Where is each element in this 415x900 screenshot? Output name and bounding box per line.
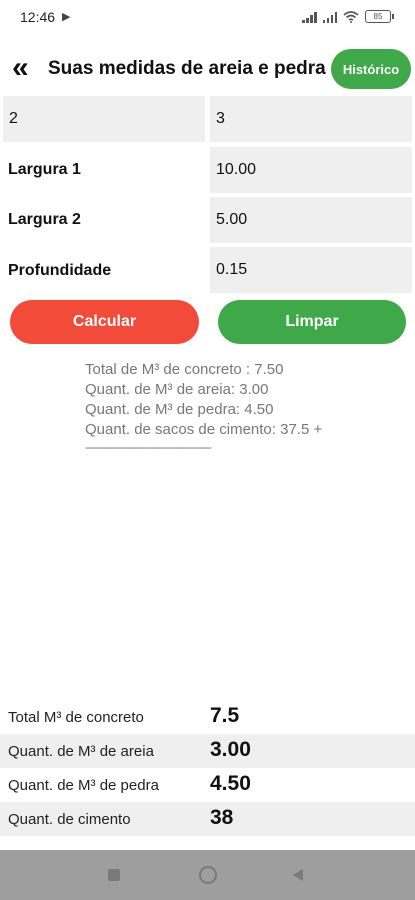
input-profundidade[interactable]: 0.15	[210, 247, 412, 293]
summary-divider: ----------------------------------------…	[85, 440, 212, 454]
result-label: Total M³ de concreto	[8, 709, 144, 726]
recents-icon[interactable]	[108, 869, 120, 881]
input-largura-1[interactable]: 10.00	[210, 147, 412, 193]
app-header: « Suas medidas de areia e pedra Históric…	[0, 44, 415, 94]
status-time: 12:46	[20, 9, 56, 25]
input-largura-2[interactable]: 5.00	[210, 197, 412, 243]
summary-line-cimento: Quant. de sacos de cimento: 37.5 +	[85, 421, 323, 438]
calculate-button[interactable]: Calcular	[10, 300, 199, 344]
result-label: Quant. de M³ de pedra	[8, 777, 159, 794]
result-value: 3.00	[210, 738, 251, 761]
home-icon[interactable]	[199, 866, 217, 884]
summary-text: Total de M³ de concreto : 7.50 Quant. de…	[85, 360, 322, 454]
back-icon[interactable]: «	[12, 53, 29, 83]
result-value: 4.50	[210, 772, 251, 795]
history-button[interactable]: Histórico	[331, 49, 411, 89]
result-row: Quant. de cimento 38	[0, 802, 415, 836]
page-title: Suas medidas de areia e pedra	[48, 58, 326, 79]
navigation-bar	[0, 850, 415, 900]
summary-line-concreto: Total de M³ de concreto : 7.50	[85, 361, 284, 378]
label-largura-1: Largura 1	[8, 161, 81, 178]
input-top-right[interactable]: 3	[210, 96, 412, 142]
wifi-icon	[343, 10, 359, 23]
result-label: Quant. de M³ de areia	[8, 743, 154, 760]
summary-line-pedra: Quant. de M³ de pedra: 4.50	[85, 401, 274, 418]
result-value: 38	[210, 806, 234, 829]
signal-icon-2	[322, 11, 337, 23]
summary-line-areia: Quant. de M³ de areia: 3.00	[85, 381, 269, 398]
back-nav-icon[interactable]	[293, 869, 303, 881]
label-largura-2: Largura 2	[8, 211, 81, 228]
label-profundidade: Profundidade	[8, 262, 112, 279]
result-label: Quant. de cimento	[8, 811, 131, 828]
input-top-left[interactable]: 2	[3, 96, 205, 142]
result-row: Total M³ de concreto 7.5	[0, 700, 415, 734]
result-row: Quant. de M³ de areia 3.00	[0, 734, 415, 768]
clear-button[interactable]: Limpar	[218, 300, 406, 344]
status-icons: 85	[302, 10, 394, 23]
battery-icon: 85	[365, 10, 394, 23]
result-value: 7.5	[210, 704, 240, 727]
result-row: Quant. de M³ de pedra 4.50	[0, 768, 415, 802]
status-bar: 12:46 ▶ 85	[0, 0, 415, 34]
play-icon: ▶	[62, 11, 71, 23]
signal-icon	[302, 11, 317, 23]
